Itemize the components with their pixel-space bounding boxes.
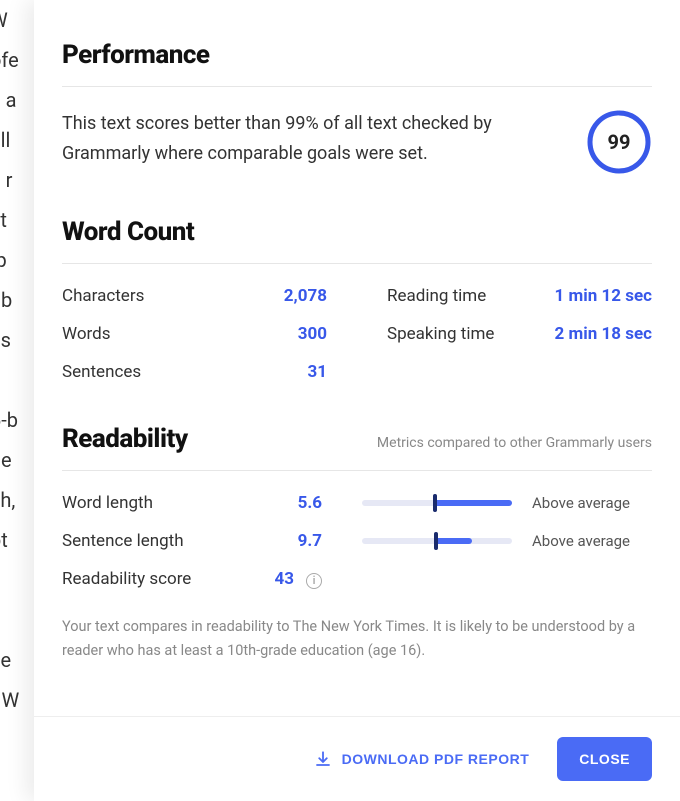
modal-footer: DOWNLOAD PDF REPORT CLOSE (34, 716, 680, 801)
metric-label: Speaking time (387, 324, 494, 344)
readability-label: Word length (62, 493, 153, 513)
metric-words: Words 300 (62, 324, 327, 344)
performance-description: This text scores better than 99% of all … (62, 109, 556, 168)
score-ring: 99 (586, 109, 652, 175)
download-pdf-button[interactable]: DOWNLOAD PDF REPORT (314, 750, 530, 768)
comparison-label: Above average (532, 532, 652, 550)
word-count-grid: Characters 2,078 Reading time 1 min 12 s… (62, 286, 652, 382)
score-value: 99 (586, 109, 652, 175)
download-icon (314, 750, 332, 768)
readability-subtitle: Metrics compared to other Grammarly user… (377, 435, 652, 451)
metric-label: Characters (62, 286, 144, 306)
metric-label: Sentences (62, 362, 141, 382)
metric-label: Reading time (387, 286, 486, 306)
comparison-bar (362, 538, 512, 544)
readability-row-score: Readability score 43 i (62, 569, 652, 589)
word-count-title: Word Count (62, 217, 652, 247)
metric-value: 31 (307, 362, 327, 382)
readability-row-sentence-length: Sentence length 9.7 Above average (62, 531, 652, 551)
metric-value: 2 min 18 sec (555, 324, 652, 344)
metric-label: Words (62, 324, 111, 344)
metric-characters: Characters 2,078 (62, 286, 327, 306)
performance-title: Performance (62, 40, 652, 70)
readability-row-word-length: Word length 5.6 Above average (62, 493, 652, 513)
divider (62, 263, 652, 264)
readability-value: 5.6 (298, 493, 322, 513)
comparison-bar (362, 500, 512, 506)
divider (62, 470, 652, 471)
info-icon[interactable]: i (306, 573, 322, 589)
readability-description: Your text compares in readability to The… (62, 615, 652, 663)
comparison-label: Above average (532, 494, 652, 512)
download-label: DOWNLOAD PDF REPORT (342, 751, 530, 767)
readability-label: Sentence length (62, 531, 184, 551)
metric-value: 1 min 12 sec (555, 286, 652, 306)
readability-value: 9.7 (298, 531, 322, 551)
readability-title: Readability (62, 424, 188, 454)
metric-sentences: Sentences 31 (62, 362, 327, 382)
metric-speaking-time: Speaking time 2 min 18 sec (387, 324, 652, 344)
metric-value: 2,078 (284, 286, 327, 306)
divider (62, 86, 652, 87)
metric-value: 300 (298, 324, 327, 344)
performance-modal: Performance This text scores better than… (34, 0, 680, 801)
modal-body[interactable]: Performance This text scores better than… (34, 0, 680, 716)
metric-reading-time: Reading time 1 min 12 sec (387, 286, 652, 306)
readability-label: Readability score (62, 569, 191, 589)
readability-value: 43 (275, 569, 295, 589)
close-button[interactable]: CLOSE (557, 737, 652, 781)
